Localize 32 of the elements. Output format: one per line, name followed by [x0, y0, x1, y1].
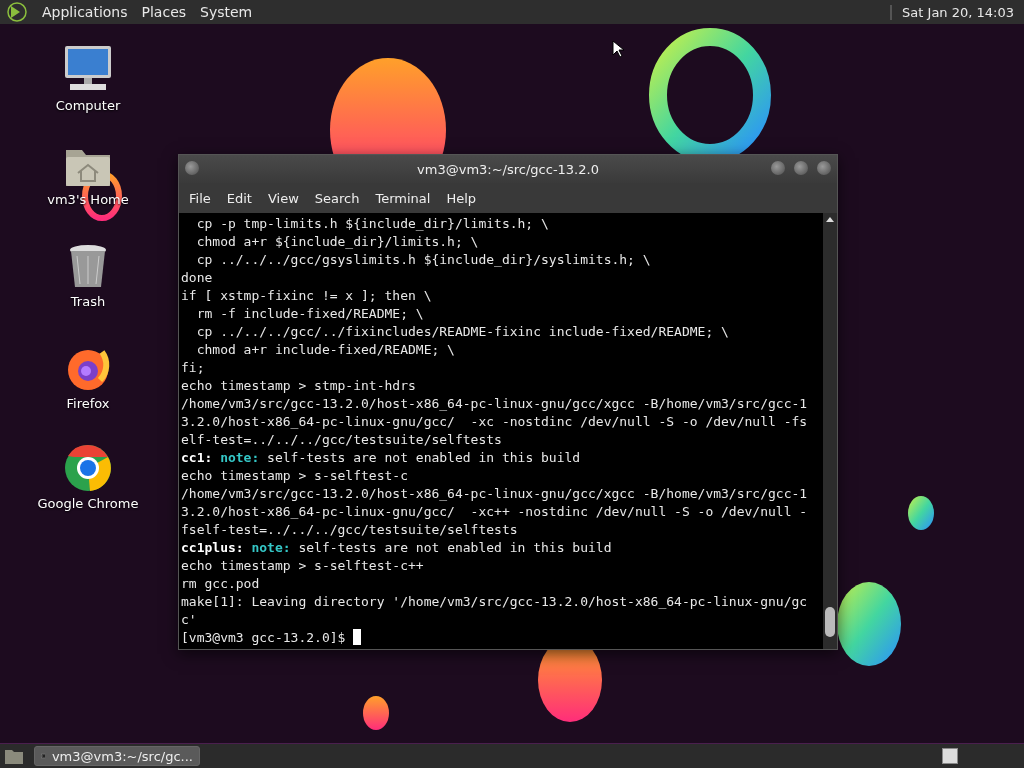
window-title: vm3@vm3:~/src/gcc-13.2.0	[417, 161, 599, 177]
text-cursor	[353, 629, 362, 645]
terminal-output: cp -p tmp-limits.h ${include_dir}/limits.h; \ chmod a+r ${include_dir}/limits.h; \ cp ../../../gcc/gsyslimits.h ${include_dir}/syslimits.h; \ done if [ xstmp-fixinc != x ]; then \ rm -f include-fixed/README; \ cp ../../../gcc/../fixincludes/README-fixinc include-fixed/README; \ chmod a+r include-fixed/README; \ fi; echo timestamp > stmp-int-hdrs /home/vm3/src/gcc-13.2.0/host-x86_64-pc-linux-gnu/gcc/xgcc -B/home/vm3/src/gcc-1 3.2.0/host-x86_64-pc-linux-gnu/gcc/ -xc -nostdinc /dev/null -S -o /dev/null -fs elf-test=../../../gcc/testsuite/selftests cc1: note: self-tests are not enabled in this build echo timestamp > s-selftest-c /home/vm3/src/gcc-13.2.0/host-x86_64-pc-linux-gnu/gcc/xgcc -B/home/vm3/src/gcc-1 3.2.0/host-x86_64-pc-linux-gnu/gcc/ -xc++ -nostdinc /dev/null -S -o /dev/null - fself-test=../../../gcc/testsuite/selftests cc1plus: note: self-tests are not enabled in this build echo timestamp > s-selftest-c++ rm gcc.pod make[1]: Leaving directory '/home/vm3/src/gcc-13.2.0/host-x86_64-pc-linux-gnu/gc c' [vm3@vm3 gcc-13.2.0]$	[180, 215, 809, 647]
mouse-pointer-icon	[612, 40, 624, 58]
menu-item[interactable]: File	[181, 190, 219, 206]
desktop-icon-label[interactable]: Firefox	[66, 396, 110, 411]
panel-menu[interactable]: System	[200, 4, 253, 20]
desktop-icon-label[interactable]: Google Chrome	[37, 496, 139, 511]
minimize-button[interactable]	[771, 161, 785, 175]
chrome-icon	[64, 444, 112, 492]
scroll-up-icon[interactable]	[825, 215, 835, 223]
menu-item[interactable]: Help	[438, 190, 485, 206]
distro-logo-icon[interactable]	[6, 2, 28, 22]
trash-icon	[68, 244, 108, 290]
terminal-icon	[41, 750, 46, 762]
window-menu-button[interactable]	[185, 161, 199, 175]
panel-menu[interactable]: Applications	[42, 4, 128, 20]
panel-menu[interactable]: Places	[141, 4, 187, 20]
menu-item[interactable]: Terminal	[367, 190, 439, 206]
clock[interactable]: Sat Jan 20, 14:03	[890, 4, 1024, 20]
menu-item[interactable]: View	[259, 190, 307, 206]
task-button[interactable]: vm3@vm3:~/src/gc...	[34, 746, 200, 766]
close-button[interactable]	[817, 161, 831, 175]
desktop-icon-label[interactable]: Computer	[55, 98, 121, 113]
desktop-icon-label[interactable]: Trash	[70, 294, 106, 309]
scroll-thumb[interactable]	[825, 607, 835, 637]
scrollbar[interactable]	[823, 213, 837, 649]
workspace-switcher[interactable]	[942, 748, 958, 764]
maximize-button[interactable]	[794, 161, 808, 175]
menu-item[interactable]: Search	[306, 190, 368, 206]
show-desktop-icon[interactable]	[4, 747, 24, 765]
menu-item[interactable]: Edit	[218, 190, 260, 206]
